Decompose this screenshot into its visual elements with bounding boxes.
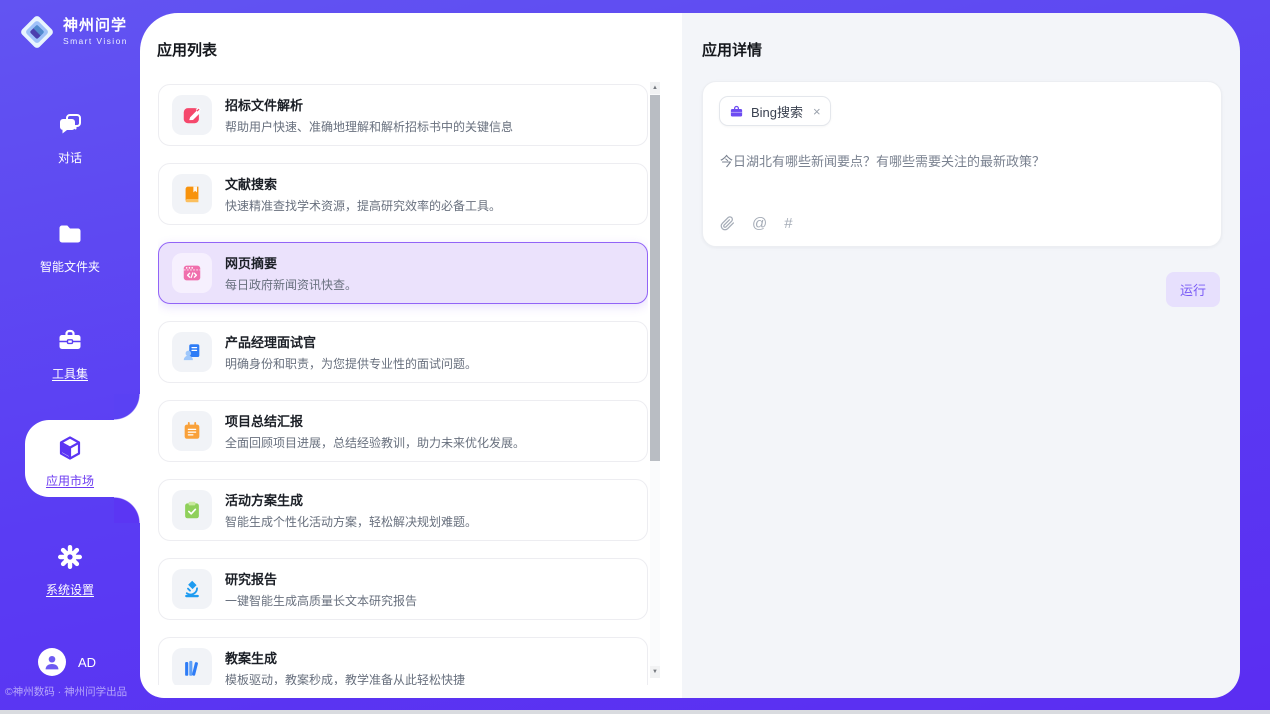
app-icon-box [172, 253, 212, 293]
webpage-code-icon [181, 262, 203, 284]
brand-name: 神州问学 [63, 18, 128, 35]
sidebar-item-toolset[interactable]: 工具集 [0, 327, 140, 382]
microscope-icon [181, 578, 203, 600]
chat-icon [56, 111, 84, 139]
tool-chip-bing-search[interactable]: Bing搜索 × [719, 96, 831, 126]
app-card-project-summary[interactable]: 项目总结汇报 全面回顾项目进展，总结经验教训，助力未来优化发展。 [158, 400, 648, 462]
user-label: AD [78, 655, 96, 670]
app-card-lesson-plan[interactable]: 教案生成 模板驱动，教案秒成，教学准备从此轻松快捷 [158, 637, 648, 685]
app-icon-box [172, 174, 212, 214]
app-card-title: 活动方案生成 [225, 490, 477, 509]
main-content: 应用列表 招标文件解析 帮助用户快速、准确地理解和解析招标书中的关键信息 [140, 13, 1240, 698]
app-card-literature-search[interactable]: 文献搜索 快速精准查找学术资源，提高研究效率的必备工具。 [158, 163, 648, 225]
interviewer-icon [181, 341, 203, 363]
sidebar-item-app-market[interactable]: 应用市场 [0, 434, 140, 489]
sidebar-footer: ©神州数码 · 神州问学出品 [5, 684, 140, 699]
app-card-bid-analysis[interactable]: 招标文件解析 帮助用户快速、准确地理解和解析招标书中的关键信息 [158, 84, 648, 146]
app-card-desc: 明确身份和职责，为您提供专业性的面试问题。 [225, 355, 477, 372]
app-icon-box [172, 332, 212, 372]
app-card-desc: 一键智能生成高质量长文本研究报告 [225, 592, 417, 609]
app-card-research-report[interactable]: 研究报告 一键智能生成高质量长文本研究报告 [158, 558, 648, 620]
tool-chip-label: Bing搜索 [751, 102, 803, 121]
scrollbar-down-icon[interactable]: ▼ [650, 666, 660, 678]
sidebar-item-smart-folder[interactable]: 智能文件夹 [0, 220, 140, 275]
app-card-desc: 全面回顾项目进展，总结经验教训，助力未来优化发展。 [225, 434, 525, 451]
sidebar-item-label: 工具集 [0, 365, 140, 382]
sidebar-item-chat[interactable]: 对话 [0, 111, 140, 166]
app-card-title: 招标文件解析 [225, 95, 513, 114]
brand-subtitle: Smart Vision [63, 36, 128, 46]
avatar [38, 648, 66, 676]
app-icon-box [172, 569, 212, 609]
app-card-event-plan[interactable]: 活动方案生成 智能生成个性化活动方案，轻松解决规划难题。 [158, 479, 648, 541]
user-account[interactable]: AD [38, 648, 96, 676]
app-card-title: 产品经理面试官 [225, 332, 477, 351]
gear-icon [56, 543, 84, 571]
brand-diamond-icon [18, 13, 56, 51]
composer-card: Bing搜索 × 今日湖北有哪些新闻要点？有哪些需要关注的最新政策？ @ # [702, 81, 1222, 247]
app-card-desc: 每日政府新闻资讯快查。 [225, 276, 357, 293]
app-card-desc: 智能生成个性化活动方案，轻松解决规划难题。 [225, 513, 477, 530]
books-icon [181, 657, 203, 679]
toolbox-icon [56, 327, 84, 355]
sidebar-item-label: 对话 [0, 149, 140, 166]
sidebar-item-label: 智能文件夹 [0, 258, 140, 275]
app-detail-panel: 应用详情 Bing搜索 × 今日湖北有哪些新闻要点？有哪些需要关注的最新政策？ … [682, 13, 1240, 698]
app-card-title: 网页摘要 [225, 253, 357, 272]
mention-icon[interactable]: @ [752, 215, 767, 232]
app-detail-title: 应用详情 [702, 39, 762, 60]
clipboard-check-icon [181, 499, 203, 521]
run-button[interactable]: 运行 [1166, 272, 1220, 307]
app-list-title: 应用列表 [157, 39, 217, 60]
bottom-edge-strip [0, 710, 1270, 714]
chip-close-icon[interactable]: × [813, 104, 821, 119]
app-card-desc: 帮助用户快速、准确地理解和解析招标书中的关键信息 [225, 118, 513, 135]
composer-toolbar: @ # [720, 215, 793, 232]
paperclip-icon[interactable] [720, 216, 735, 231]
hash-icon[interactable]: # [784, 215, 792, 232]
cube-icon [56, 434, 84, 462]
app-card-web-summary[interactable]: 网页摘要 每日政府新闻资讯快查。 [158, 242, 648, 304]
sidebar-item-label: 应用市场 [0, 472, 140, 489]
app-card-pm-interviewer[interactable]: 产品经理面试官 明确身份和职责，为您提供专业性的面试问题。 [158, 321, 648, 383]
app-card-desc: 快速精准查找学术资源，提高研究效率的必备工具。 [225, 197, 501, 214]
folder-icon [56, 220, 84, 248]
app-icon-box [172, 411, 212, 451]
app-icon-box [172, 490, 212, 530]
sidebar: 神州问学 Smart Vision 对话 智能文件夹 工具集 [0, 0, 140, 714]
briefcase-icon [729, 104, 744, 119]
app-card-title: 研究报告 [225, 569, 417, 588]
app-list: 招标文件解析 帮助用户快速、准确地理解和解析招标书中的关键信息 文献搜索 快速精… [158, 84, 648, 685]
app-card-title: 项目总结汇报 [225, 411, 525, 430]
scrollbar-thumb[interactable] [650, 95, 660, 461]
scrollbar-up-icon[interactable]: ▲ [650, 82, 660, 94]
sidebar-item-label: 系统设置 [0, 581, 140, 598]
sidebar-item-settings[interactable]: 系统设置 [0, 543, 140, 598]
app-card-desc: 模板驱动，教案秒成，教学准备从此轻松快捷 [225, 671, 465, 685]
query-text[interactable]: 今日湖北有哪些新闻要点？有哪些需要关注的最新政策？ [720, 152, 1205, 172]
app-card-title: 文献搜索 [225, 174, 501, 193]
list-scrollbar[interactable]: ▲ ▼ [650, 82, 660, 678]
report-note-icon [181, 420, 203, 442]
app-list-panel: 应用列表 招标文件解析 帮助用户快速、准确地理解和解析招标书中的关键信息 [140, 13, 682, 698]
book-icon [181, 183, 203, 205]
edit-document-icon [181, 104, 203, 126]
app-icon-box [172, 648, 212, 685]
brand-logo: 神州问学 Smart Vision [18, 13, 128, 51]
app-icon-box [172, 95, 212, 135]
person-icon [41, 651, 63, 673]
app-card-title: 教案生成 [225, 648, 465, 667]
